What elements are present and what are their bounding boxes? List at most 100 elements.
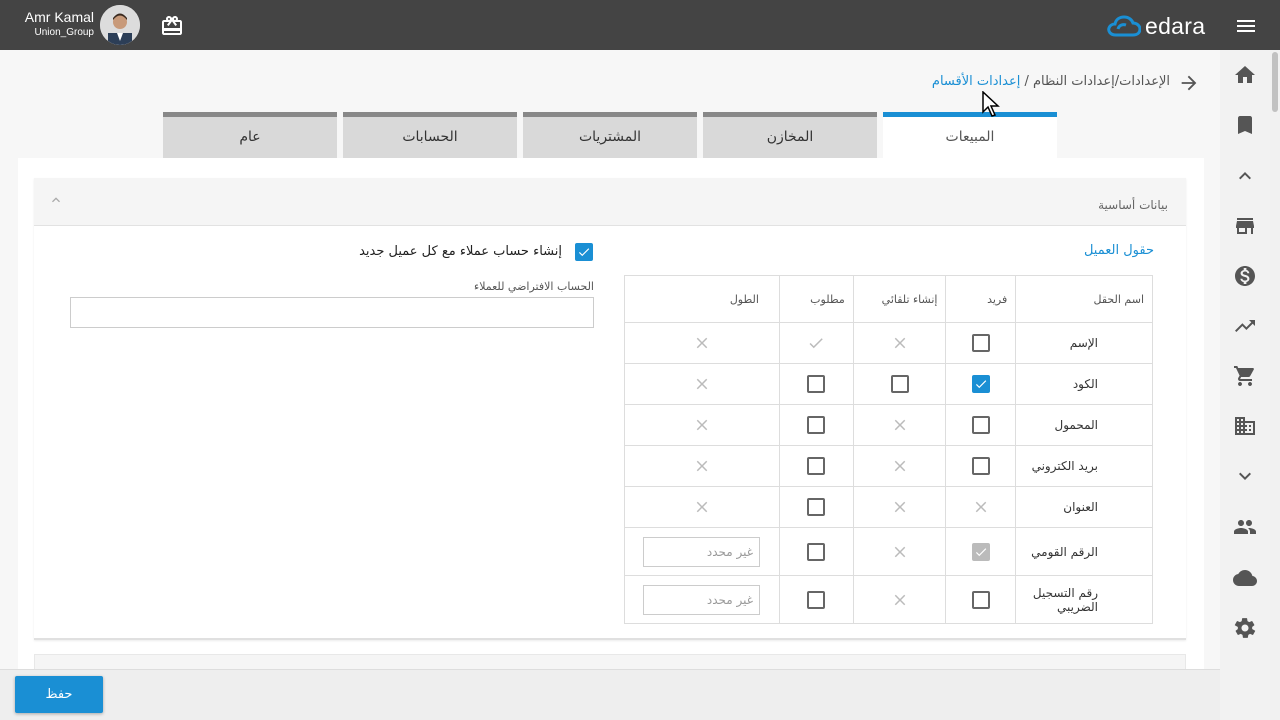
required-checkbox[interactable] xyxy=(807,416,826,434)
scrollbar-thumb[interactable] xyxy=(1272,52,1278,112)
home-icon[interactable] xyxy=(1233,63,1257,87)
required-cell xyxy=(778,527,854,576)
auto-create-cell xyxy=(852,527,946,576)
required-cell xyxy=(778,445,854,487)
page-scrollbar[interactable] xyxy=(1270,50,1280,720)
create-account-option[interactable]: إنشاء حساب عملاء مع كل عميل جديد xyxy=(359,242,594,262)
unique-cell xyxy=(945,322,1016,364)
field-name: الرقم القومي xyxy=(1015,527,1153,576)
col-unique: فريد xyxy=(945,275,1016,323)
right-sidebar xyxy=(1220,50,1270,720)
building-icon[interactable] xyxy=(1233,414,1257,438)
length-cell: غير محدد xyxy=(624,575,780,624)
length-cell xyxy=(624,445,780,487)
length-close-icon xyxy=(693,457,711,475)
bookmark-icon[interactable] xyxy=(1233,113,1257,137)
menu-icon[interactable] xyxy=(1234,14,1258,38)
chevron-up-icon[interactable] xyxy=(48,192,64,208)
gift-icon[interactable] xyxy=(160,14,184,38)
tab-sales[interactable]: المبيعات xyxy=(883,112,1057,158)
length-close-icon xyxy=(693,334,711,352)
field-name: المحمول xyxy=(1015,404,1153,446)
mouse-cursor-icon xyxy=(982,90,1002,119)
unique-close-icon xyxy=(972,498,990,516)
create-account-checkbox[interactable] xyxy=(575,243,593,261)
unique-checkbox[interactable] xyxy=(971,416,990,434)
auto-create-cell xyxy=(852,486,946,528)
required-cell xyxy=(778,486,854,528)
store-icon[interactable] xyxy=(1233,214,1257,238)
tab-accounts[interactable]: الحسابات xyxy=(343,112,517,158)
field-name: رقم التسجيل الضريبي xyxy=(1015,575,1153,624)
length-cell xyxy=(624,363,780,405)
tab-general[interactable]: عام xyxy=(163,112,337,158)
length-close-icon xyxy=(693,498,711,516)
col-length: الطول xyxy=(624,275,780,323)
unique-cell xyxy=(945,404,1016,446)
required-cell xyxy=(778,363,854,405)
chevron-down-icon[interactable] xyxy=(1233,464,1257,488)
table-row: الإسم xyxy=(624,322,1153,364)
table-row: رقم التسجيل الضريبي غير محدد xyxy=(624,575,1153,624)
tab-purchases[interactable]: المشتريات xyxy=(523,112,697,158)
length-cell xyxy=(624,404,780,446)
auto-create-close-icon xyxy=(891,543,909,561)
field-name: بريد الكتروني xyxy=(1015,445,1153,487)
unique-checkbox[interactable] xyxy=(971,590,990,609)
top-bar: Amr Kamal Union_Group edara xyxy=(0,0,1280,50)
required-checkbox[interactable] xyxy=(807,498,826,516)
user-name: Amr Kamal xyxy=(24,9,94,25)
arrow-back-icon[interactable] xyxy=(1178,72,1200,94)
length-cell xyxy=(624,322,780,364)
unique-checkbox[interactable] xyxy=(971,457,990,475)
required-checkbox[interactable] xyxy=(807,375,826,393)
required-cell xyxy=(778,404,854,446)
table-row: الكود xyxy=(624,363,1153,405)
length-close-icon xyxy=(693,416,711,434)
length-close-icon xyxy=(693,375,711,393)
unique-cell xyxy=(945,445,1016,487)
brand-name: edara xyxy=(1145,12,1206,39)
settings-icon[interactable] xyxy=(1233,616,1257,640)
field-name: الكود xyxy=(1015,363,1153,405)
table-row: العنوان xyxy=(624,486,1153,528)
required-checkbox[interactable] xyxy=(807,590,826,609)
auto-create-close-icon xyxy=(891,591,909,609)
required-checkbox[interactable] xyxy=(807,457,826,475)
required-checkbox[interactable] xyxy=(807,542,826,561)
dollar-icon[interactable] xyxy=(1233,264,1257,288)
col-required: مطلوب xyxy=(778,275,854,323)
brand-logo[interactable]: edara xyxy=(1107,12,1205,40)
unique-checkbox[interactable] xyxy=(971,334,990,352)
cart-icon[interactable] xyxy=(1233,364,1257,388)
avatar[interactable] xyxy=(100,5,140,45)
section-header[interactable]: بيانات أساسية xyxy=(34,178,1186,226)
save-button[interactable]: حفظ xyxy=(15,676,103,713)
unique-cell xyxy=(945,527,1016,576)
length-input[interactable]: غير محدد xyxy=(643,584,760,615)
tab-warehouses[interactable]: المخازن xyxy=(703,112,877,158)
trending-up-icon[interactable] xyxy=(1233,314,1257,338)
length-input[interactable]: غير محدد xyxy=(643,536,760,567)
user-company: Union_Group xyxy=(34,27,94,38)
people-icon[interactable] xyxy=(1233,515,1257,539)
table-header-row: اسم الحقل فريد إنشاء تلقائي مطلوب الطول xyxy=(624,275,1153,323)
breadcrumb-active[interactable]: إعدادات الأقسام xyxy=(932,74,1020,89)
length-cell xyxy=(624,486,780,528)
col-field-name: اسم الحقل xyxy=(1015,275,1153,323)
required-check-icon xyxy=(807,334,825,352)
default-account-input[interactable] xyxy=(70,297,594,328)
chevron-up-icon[interactable] xyxy=(1233,164,1257,188)
auto-create-cell xyxy=(852,445,946,487)
user-info[interactable]: Amr Kamal Union_Group xyxy=(14,8,94,40)
unique-cell xyxy=(945,486,1016,528)
unique-checkbox[interactable] xyxy=(971,375,990,393)
edara-logo-icon xyxy=(1107,15,1141,37)
footer-bar xyxy=(0,669,1220,720)
customer-fields-title: حقول العميل xyxy=(1083,243,1154,258)
auto-create-checkbox[interactable] xyxy=(890,375,909,393)
unique-checkbox xyxy=(971,542,990,561)
cloud-icon[interactable] xyxy=(1233,566,1257,590)
breadcrumb-path[interactable]: الإعدادات/إعدادات النظام / xyxy=(1020,74,1170,89)
table-row: المحمول xyxy=(624,404,1153,446)
